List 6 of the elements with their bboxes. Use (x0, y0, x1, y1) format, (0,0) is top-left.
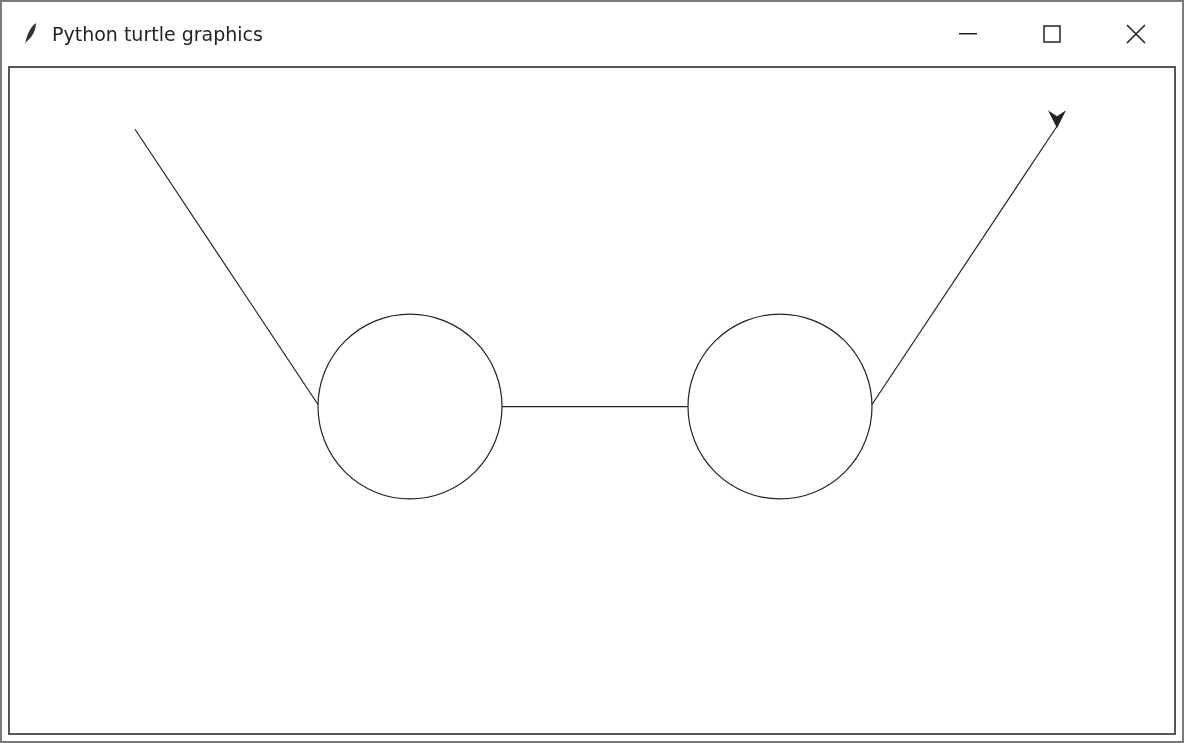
minimize-icon (959, 33, 977, 35)
close-icon (1126, 24, 1146, 44)
turtle-arrow-icon (1048, 110, 1066, 129)
feather-icon (22, 22, 38, 46)
maximize-icon (1043, 25, 1061, 43)
window-title: Python turtle graphics (52, 21, 263, 47)
